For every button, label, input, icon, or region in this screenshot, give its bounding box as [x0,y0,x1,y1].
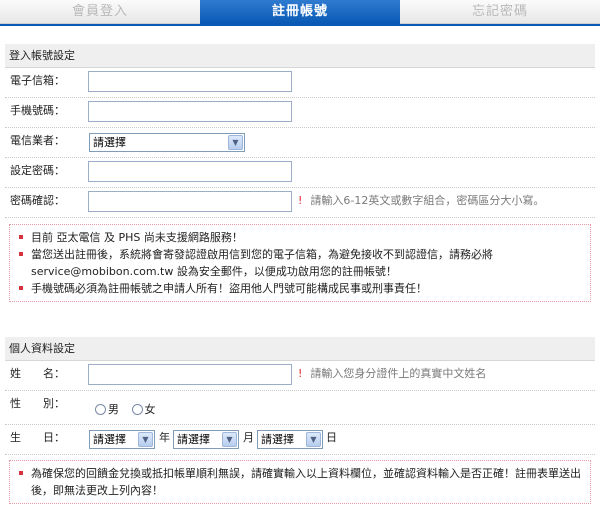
tab-member-login[interactable]: 會員登入 [0,0,200,24]
confirm-row: 密碼確認： ! 請輸入6-12英文或數字組合，密碼區分大小寫。 [5,188,595,218]
name-field[interactable] [88,364,292,385]
carrier-label: 電信業者： [10,134,65,147]
carrier-select-value: 請選擇 [93,136,126,149]
carrier-row: 電信業者： 請選擇 ▼ [5,128,595,158]
password-row: 設定密碼： [5,158,595,188]
name-hint-text: 請輸入您身分證件上的真實中文姓名 [310,367,487,380]
notice-item: 目前 亞太電信 及 PHS 尚未支援網路服務！ [18,229,584,246]
tab-underline [0,24,600,26]
notice-box-account: 目前 亞太電信 及 PHS 尚未支援網路服務！ 當您送出註冊後，系統將會寄發認證… [9,224,591,302]
email-field[interactable] [88,71,292,92]
birth-day-select[interactable]: 請選擇 ▼ [257,430,323,449]
chevron-down-icon: ▼ [306,432,321,447]
phone-field[interactable] [88,101,292,122]
notice-item: 當您送出註冊後，系統將會寄發認證啟用信到您的電子信箱，為避免接收不到認證信，請務… [18,246,584,280]
year-unit: 年 [159,431,170,444]
birth-day-value: 請選擇 [261,433,294,446]
tab-register[interactable]: 註冊帳號 [200,0,400,24]
phone-row: 手機號碼： [5,98,595,128]
password-field[interactable] [88,161,292,182]
notice-item: 手機號碼必須為註冊帳號之申請人所有！盜用他人門號可能構成民事或刑事責任！ [18,280,584,297]
password-hint-text: 請輸入6-12英文或數字組合，密碼區分大小寫。 [310,194,545,207]
tab-forgot-password[interactable]: 忘記密碼 [400,0,600,24]
required-mark: ! [298,367,303,380]
birth-year-value: 請選擇 [93,433,126,446]
gender-label: 性 別： [10,397,65,410]
birth-month-select[interactable]: 請選擇 ▼ [173,430,239,449]
name-row: 姓 名： ! 請輸入您身分證件上的真實中文姓名 [5,361,595,391]
chevron-down-icon: ▼ [222,432,237,447]
chevron-down-icon: ▼ [228,135,243,150]
gender-options: 男 女 [95,401,156,417]
email-row: 電子信箱： [5,68,595,98]
tab-bar: 會員登入 註冊帳號 忘記密碼 [0,0,600,26]
required-mark: ! [298,194,303,207]
confirm-password-field[interactable] [88,191,292,212]
confirm-label: 密碼確認： [10,194,65,207]
password-label: 設定密碼： [10,164,65,177]
phone-label: 手機號碼： [10,104,65,117]
gender-male-label: 男 [108,403,119,416]
section-title-personal: 個人資料設定 [5,337,595,361]
gender-male-radio[interactable] [95,404,106,415]
gender-row: 性 別： 男 女 [5,391,595,425]
notice-item: 為確保您的回饋金兌換或抵扣帳單順利無誤，請確實輸入以上資料欄位，並確認資料輸入是… [18,465,584,499]
birth-month-value: 請選擇 [177,433,210,446]
birthday-label: 生 日： [10,431,65,444]
email-label: 電子信箱： [10,74,65,87]
name-label: 姓 名： [10,367,65,380]
chevron-down-icon: ▼ [138,432,153,447]
carrier-select[interactable]: 請選擇 ▼ [89,133,245,152]
birth-year-select[interactable]: 請選擇 ▼ [89,430,155,449]
day-unit: 日 [326,431,337,444]
month-unit: 月 [243,431,254,444]
name-hint: ! 請輸入您身分證件上的真實中文姓名 [298,361,486,391]
notice-box-personal: 為確保您的回饋金兌換或抵扣帳單順利無誤，請確實輸入以上資料欄位，並確認資料輸入是… [9,460,591,504]
password-hint: ! 請輸入6-12英文或數字組合，密碼區分大小寫。 [298,188,544,218]
gender-female-radio[interactable] [131,404,143,415]
birthday-row: 生 日： 請選擇 ▼ 年 請選擇 ▼ 月 請選擇 ▼ 日 [5,425,595,455]
section-title-login: 登入帳號設定 [5,44,595,68]
gender-female-label: 女 [144,403,156,416]
